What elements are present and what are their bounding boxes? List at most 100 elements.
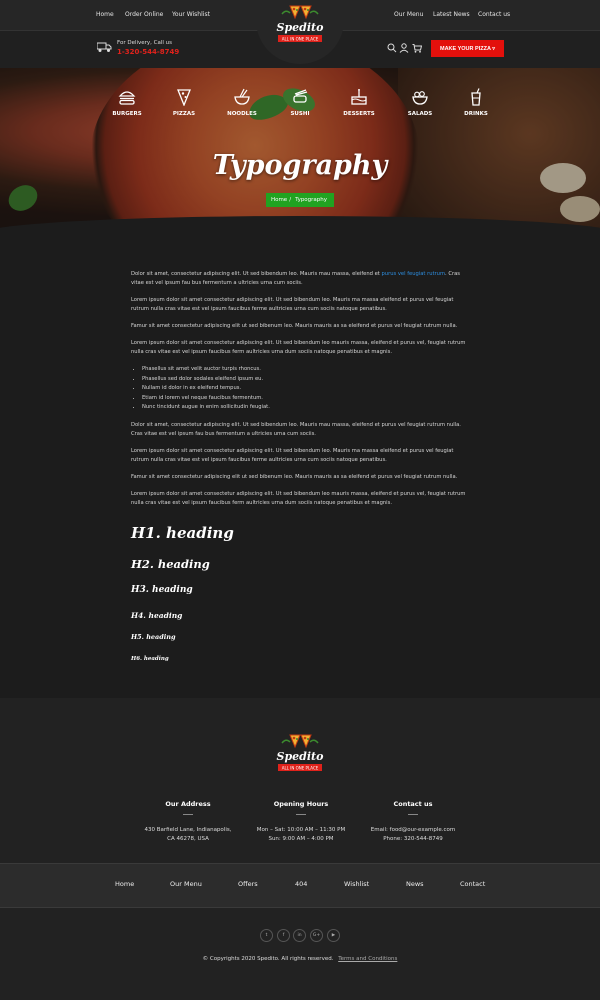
category-salads[interactable]: SALADS — [400, 88, 440, 117]
category-label: BURGERS — [112, 111, 142, 117]
footer-hours-line: Mon – Sat: 10:00 AM – 11:30 PM — [256, 827, 346, 833]
paragraph: Lorem ipsum dolor sit amet consectetur a… — [131, 297, 454, 312]
category-label: NOODLES — [227, 111, 257, 117]
burger-icon — [118, 91, 136, 105]
footer-address-line: CA 46278, USA — [167, 836, 209, 842]
footer-nav-news[interactable]: News — [406, 880, 424, 888]
cart-icon[interactable] — [412, 43, 422, 53]
nav-contact-link[interactable]: Contact us — [478, 0, 510, 30]
page-title: Typography — [212, 150, 388, 181]
footer-nav-404[interactable]: 404 — [295, 880, 307, 888]
typography-content: Dolor sit amet, consectetur adipiscing e… — [131, 270, 471, 516]
nav-order-online-link[interactable]: Order Online — [125, 0, 163, 30]
footer-nav-our-menu[interactable]: Our Menu — [170, 880, 202, 888]
copyright: © Copyrights 2020 Spedito. All rights re… — [0, 956, 600, 962]
nav-our-menu-link[interactable]: Our Menu — [394, 0, 423, 30]
heading-h3: H3. heading — [131, 585, 193, 595]
list-item: Nunc tincidunt augue in enim sollicitudi… — [142, 403, 471, 413]
nav-wishlist-link[interactable]: Your Wishlist — [172, 0, 210, 30]
nav-home-link[interactable]: Home — [96, 0, 114, 30]
category-burgers[interactable]: BURGERS — [107, 88, 147, 117]
paragraph: Famur sit amet consectetur adipiscing el… — [131, 473, 458, 480]
footer-hours-title: Opening Hours — [273, 800, 329, 808]
breadcrumb-separator: / — [289, 197, 292, 203]
footer-nav-offers[interactable]: Offers — [238, 880, 258, 888]
terms-link[interactable]: Terms and Conditions — [338, 956, 397, 962]
paragraph: Lorem ipsum dolor sit amet consectetur a… — [131, 340, 466, 355]
google-plus-icon[interactable]: G+ — [310, 929, 323, 942]
make-your-pizza-label: MAKE YOUR PIZZA — [439, 46, 491, 52]
heading-h1: H1. heading — [131, 524, 234, 542]
pizza-logo-icon — [281, 5, 319, 20]
category-drinks[interactable]: DRINKS — [456, 88, 496, 117]
category-sushi[interactable]: SUSHI — [280, 88, 320, 117]
footer-brand-logo[interactable]: Spedito ALL IN ONE PLACE — [268, 733, 332, 777]
breadcrumb-home-link[interactable]: Home — [271, 197, 287, 203]
list-item: Phasellus sed dolor sodales eleifend ips… — [142, 375, 471, 385]
salad-bowl-icon — [412, 91, 428, 105]
pizza-slice-icon — [177, 89, 191, 106]
cake-icon — [351, 89, 367, 105]
divider — [296, 814, 306, 815]
paragraph: Famur sit amet consectetur adipiscing el… — [131, 323, 458, 329]
bullet-list: Phasellus sit amet velit auctor turpis r… — [131, 365, 471, 413]
paragraph-text: Dolor sit amet, consectetur adipiscing e… — [131, 271, 380, 277]
user-icon[interactable] — [399, 43, 409, 53]
list-item: Nullam id dolor in ex eleifend tempus. — [142, 384, 471, 394]
category-desserts[interactable]: DESSERTS — [339, 88, 379, 117]
divider — [183, 814, 193, 815]
delivery-label: For Delivery, Call us — [117, 40, 173, 46]
footer-nav-contact[interactable]: Contact — [460, 880, 485, 888]
make-your-pizza-button[interactable]: MAKE YOUR PIZZA ▿ — [431, 40, 504, 57]
pizza-logo-icon — [281, 734, 319, 749]
breadcrumb-current: Typography — [295, 197, 328, 203]
category-label: SUSHI — [290, 111, 310, 117]
paragraph: Lorem ipsum dolor sit amet consectetur a… — [131, 490, 466, 506]
facebook-icon[interactable]: f — [277, 929, 290, 942]
footer-address: Our Address 430 Barfield Lane, Indianapo… — [128, 800, 248, 844]
footer-address-title: Our Address — [165, 800, 211, 808]
footer-brand-name: Spedito — [277, 750, 324, 763]
linkedin-icon[interactable]: in — [293, 929, 306, 942]
footer-contact-email[interactable]: Email: food@our-example.com — [353, 826, 473, 835]
brand-name: Spedito — [277, 21, 324, 34]
paragraph: Dolor sit amet, consectetur adipiscing e… — [131, 421, 461, 437]
footer-contact-phone[interactable]: Phone: 320-544-8749 — [353, 835, 473, 844]
footer-hours-line: Sun: 9:00 AM – 4:00 PM — [268, 836, 334, 842]
divider — [408, 814, 418, 815]
brand-logo[interactable]: Spedito ALL IN ONE PLACE — [268, 4, 332, 48]
footer-brand-tagline: ALL IN ONE PLACE — [282, 766, 319, 771]
brand-tagline: ALL IN ONE PLACE — [282, 37, 319, 42]
footer-hours: Opening Hours Mon – Sat: 10:00 AM – 11:3… — [241, 800, 361, 844]
footer-nav-wishlist[interactable]: Wishlist — [344, 880, 369, 888]
list-item: Etiam id lorem vel neque faucibus fermen… — [142, 394, 471, 404]
heading-h2: H2. heading — [131, 557, 210, 571]
heading-h4: H4. heading — [131, 611, 183, 620]
pizza-slice-icon: ▿ — [492, 46, 496, 52]
youtube-icon[interactable]: ▶ — [327, 929, 340, 942]
footer-contact: Contact us Email: food@our-example.com P… — [353, 800, 473, 844]
drink-glass-icon — [471, 88, 481, 106]
copyright-text: © Copyrights 2020 Spedito. All rights re… — [202, 956, 334, 962]
heading-h5: H5. heading — [131, 633, 176, 641]
footer-nav-home[interactable]: Home — [115, 880, 134, 888]
footer-address-line: 430 Barfield Lane, Indianapolis, — [144, 827, 232, 833]
category-label: DESSERTS — [343, 111, 375, 117]
category-noodles[interactable]: NOODLES — [222, 88, 262, 117]
delivery-truck-icon — [97, 42, 112, 52]
delivery-phone[interactable]: 1-320-544-8749 — [117, 48, 179, 56]
nav-latest-news-link[interactable]: Latest News — [433, 0, 470, 30]
twitter-icon[interactable]: t — [260, 929, 273, 942]
footer-contact-title: Contact us — [393, 800, 433, 808]
noodle-bowl-icon — [234, 88, 250, 105]
category-label: PIZZAS — [172, 111, 196, 117]
heading-h6: H6. heading — [131, 656, 169, 662]
category-label: DRINKS — [464, 111, 488, 117]
sushi-icon — [293, 89, 308, 103]
category-label: SALADS — [407, 111, 433, 117]
paragraph: Dolor sit amet, consectetur adipiscing e… — [131, 270, 471, 288]
search-icon[interactable] — [387, 43, 397, 53]
inline-link[interactable]: purus vel feugiat rutrum — [381, 271, 445, 277]
breadcrumb: Home / Typography — [266, 193, 334, 207]
category-pizzas[interactable]: PIZZAS — [164, 88, 204, 117]
